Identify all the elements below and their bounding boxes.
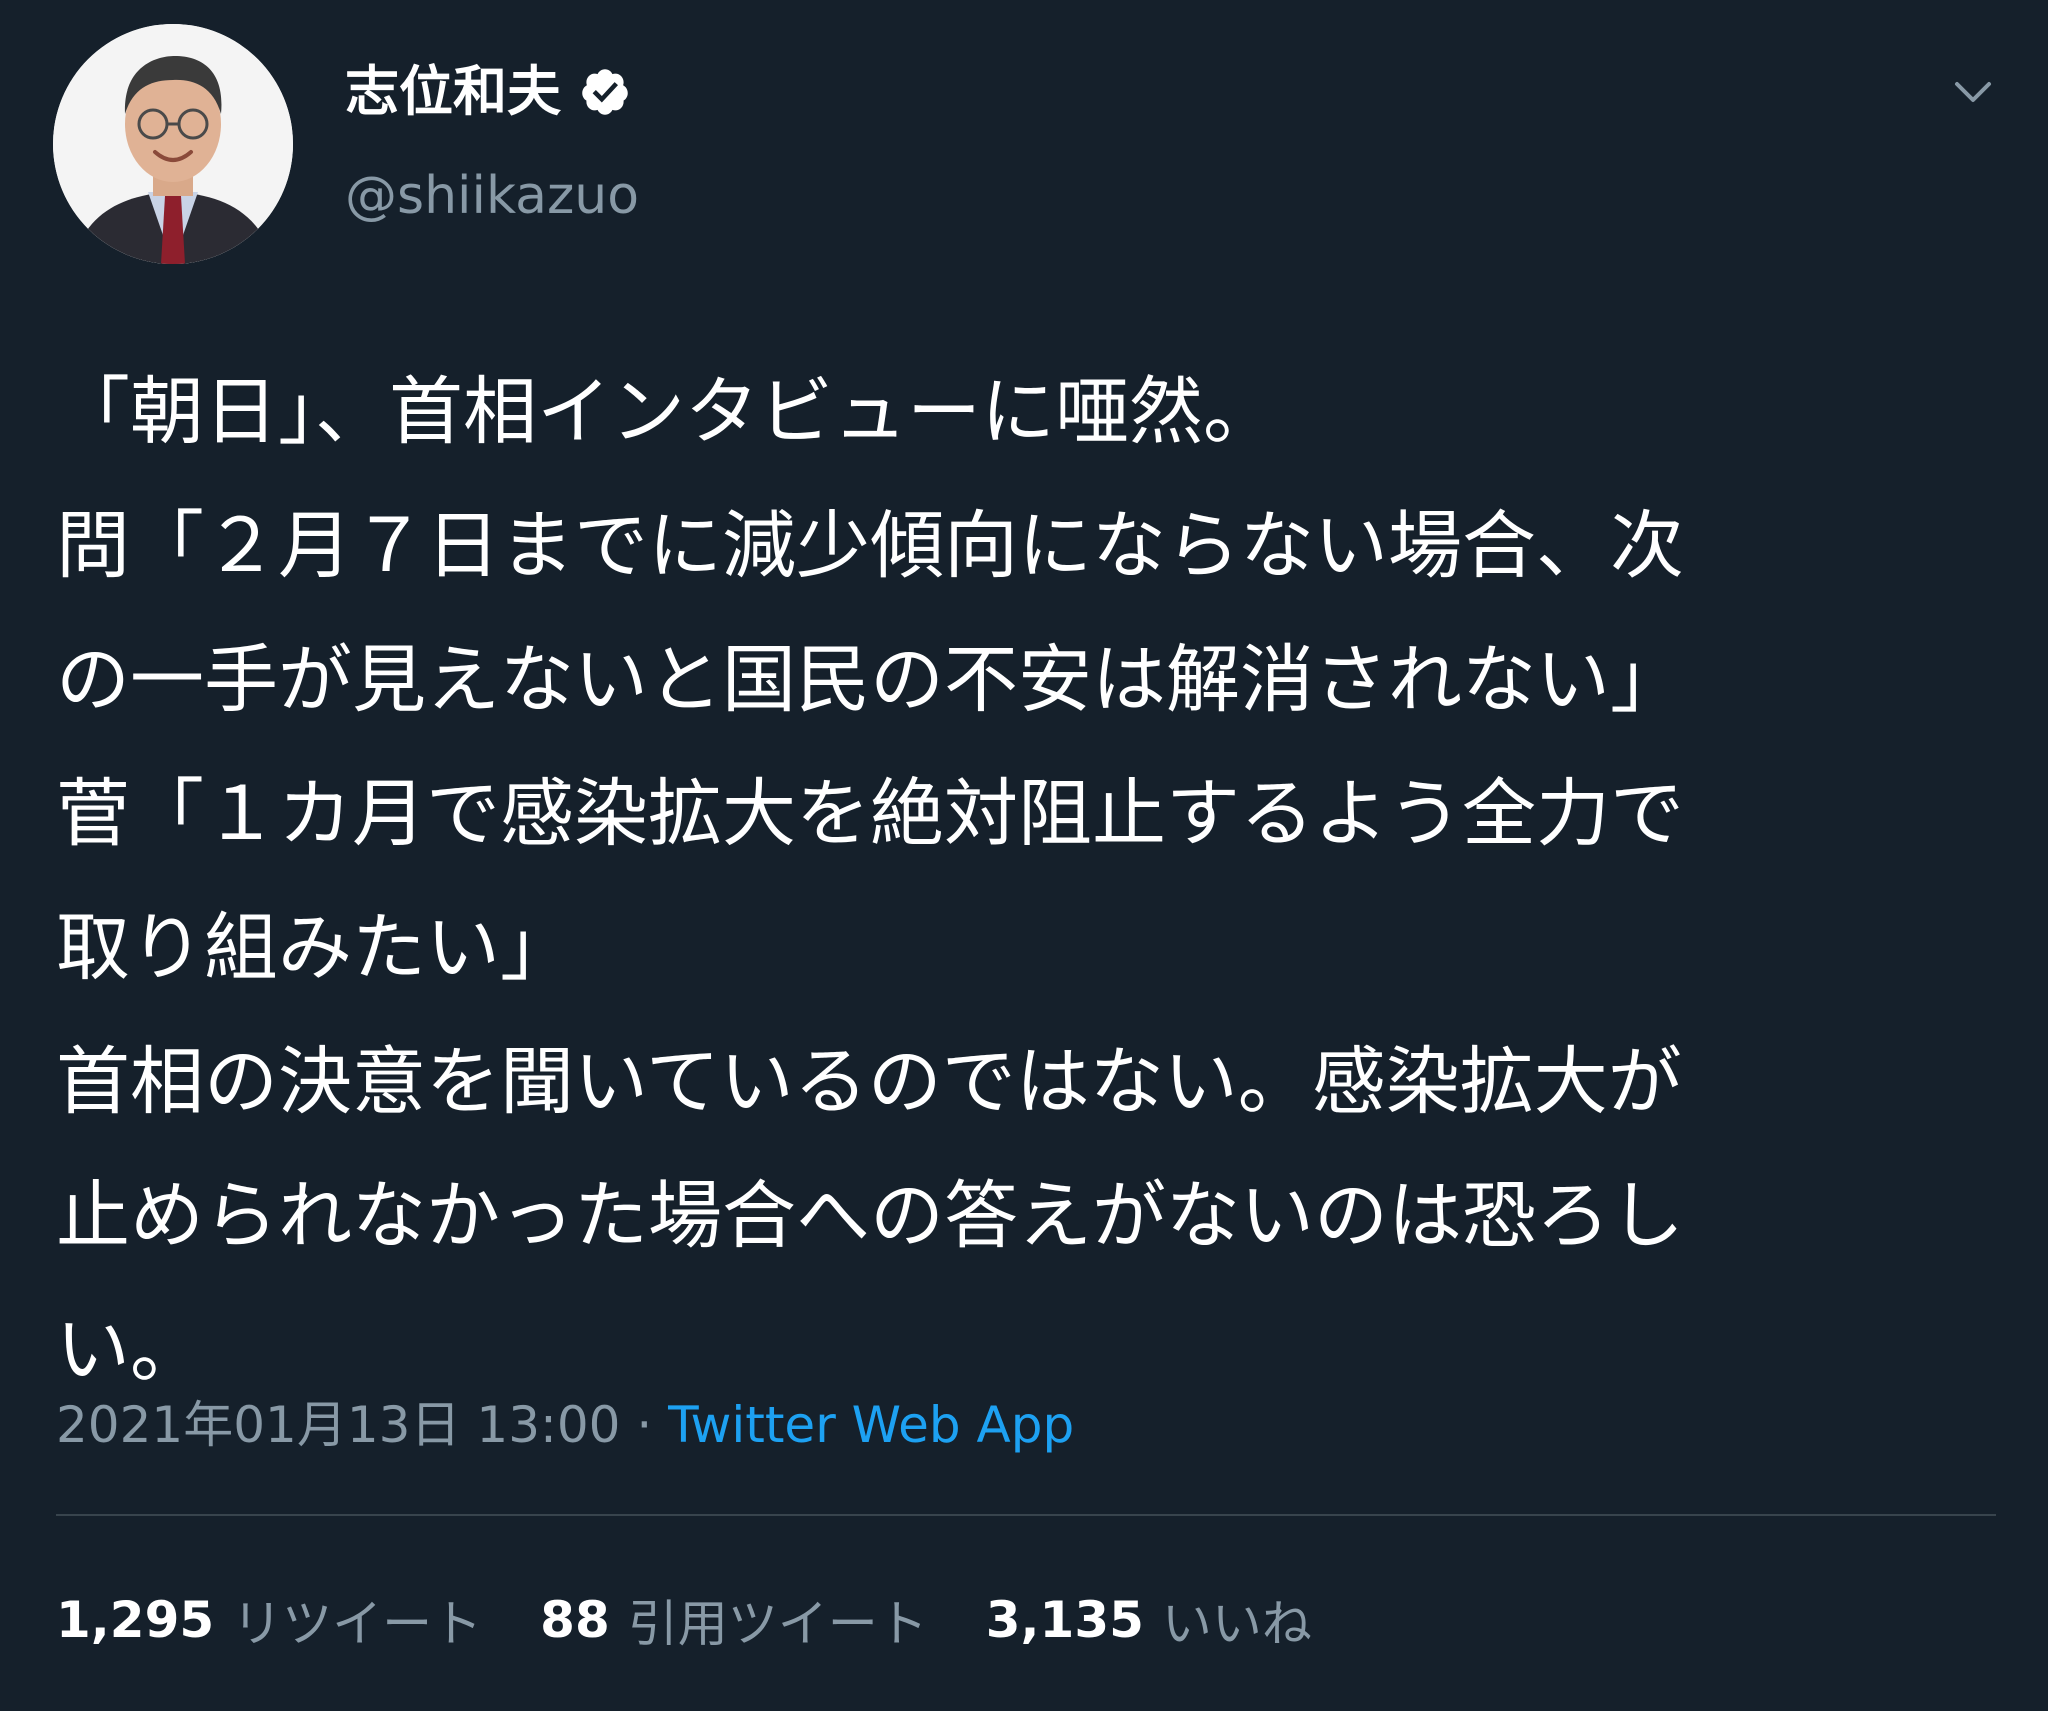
tweet-meta: 2021年01月13日 13:00 · Twitter Web App (56, 1395, 1074, 1455)
tweet-timestamp[interactable]: 2021年01月13日 13:00 (56, 1396, 620, 1454)
user-handle[interactable]: @shiikazuo (345, 170, 639, 222)
meta-separator: · (620, 1396, 669, 1454)
like-stat[interactable]: 3,135 いいね (986, 1584, 1312, 1656)
user-display-name[interactable]: 志位和夫 (345, 56, 631, 128)
tweet-line: 「朝日」、首相インタビューに唖然。 (56, 369, 1277, 455)
retweet-stat[interactable]: 1,295 リツイート (56, 1584, 482, 1656)
tweet-stats: 1,295 リツイート 88 引用ツイート 3,135 いいね (56, 1585, 1370, 1655)
chevron-down-icon[interactable] (1943, 62, 2003, 122)
avatar[interactable] (53, 24, 293, 264)
tweet-line: 首相の決意を聞いているのではない。感染拡大が (56, 1039, 1682, 1125)
display-name-text[interactable]: 志位和夫 (345, 65, 561, 119)
like-count: 3,135 (985, 1591, 1144, 1649)
quote-tweet-label: 引用ツイート (627, 1595, 928, 1653)
quote-tweet-stat[interactable]: 88 引用ツイート (540, 1584, 928, 1656)
tweet-line: の一手が見えないと国民の不安は解消されない」 (56, 637, 1684, 723)
retweet-count: 1,295 (56, 1591, 215, 1649)
tweet-line: 問「２月７日までに減少傾向にならない場合、次 (56, 503, 1684, 589)
verified-badge-icon (582, 69, 628, 115)
tweet-line: 取り組みたい」 (56, 905, 574, 991)
tweet-line: 菅「１カ月で感染拡大を絶対阻止するよう全力で (56, 771, 1684, 857)
tweet-line: 止められなかった場合への答えがないのは恐ろし (56, 1173, 1684, 1259)
divider (56, 1514, 1996, 1516)
profile-photo (53, 24, 293, 264)
quote-tweet-count: 88 (540, 1591, 610, 1649)
retweet-label: リツイート (232, 1595, 483, 1653)
tweet-source-link[interactable]: Twitter Web App (668, 1396, 1074, 1454)
tweet-text: 「朝日」、首相インタビューに唖然。 問「２月７日までに減少傾向にならない場合、次… (56, 345, 2016, 1417)
like-label: いいね (1161, 1595, 1312, 1653)
